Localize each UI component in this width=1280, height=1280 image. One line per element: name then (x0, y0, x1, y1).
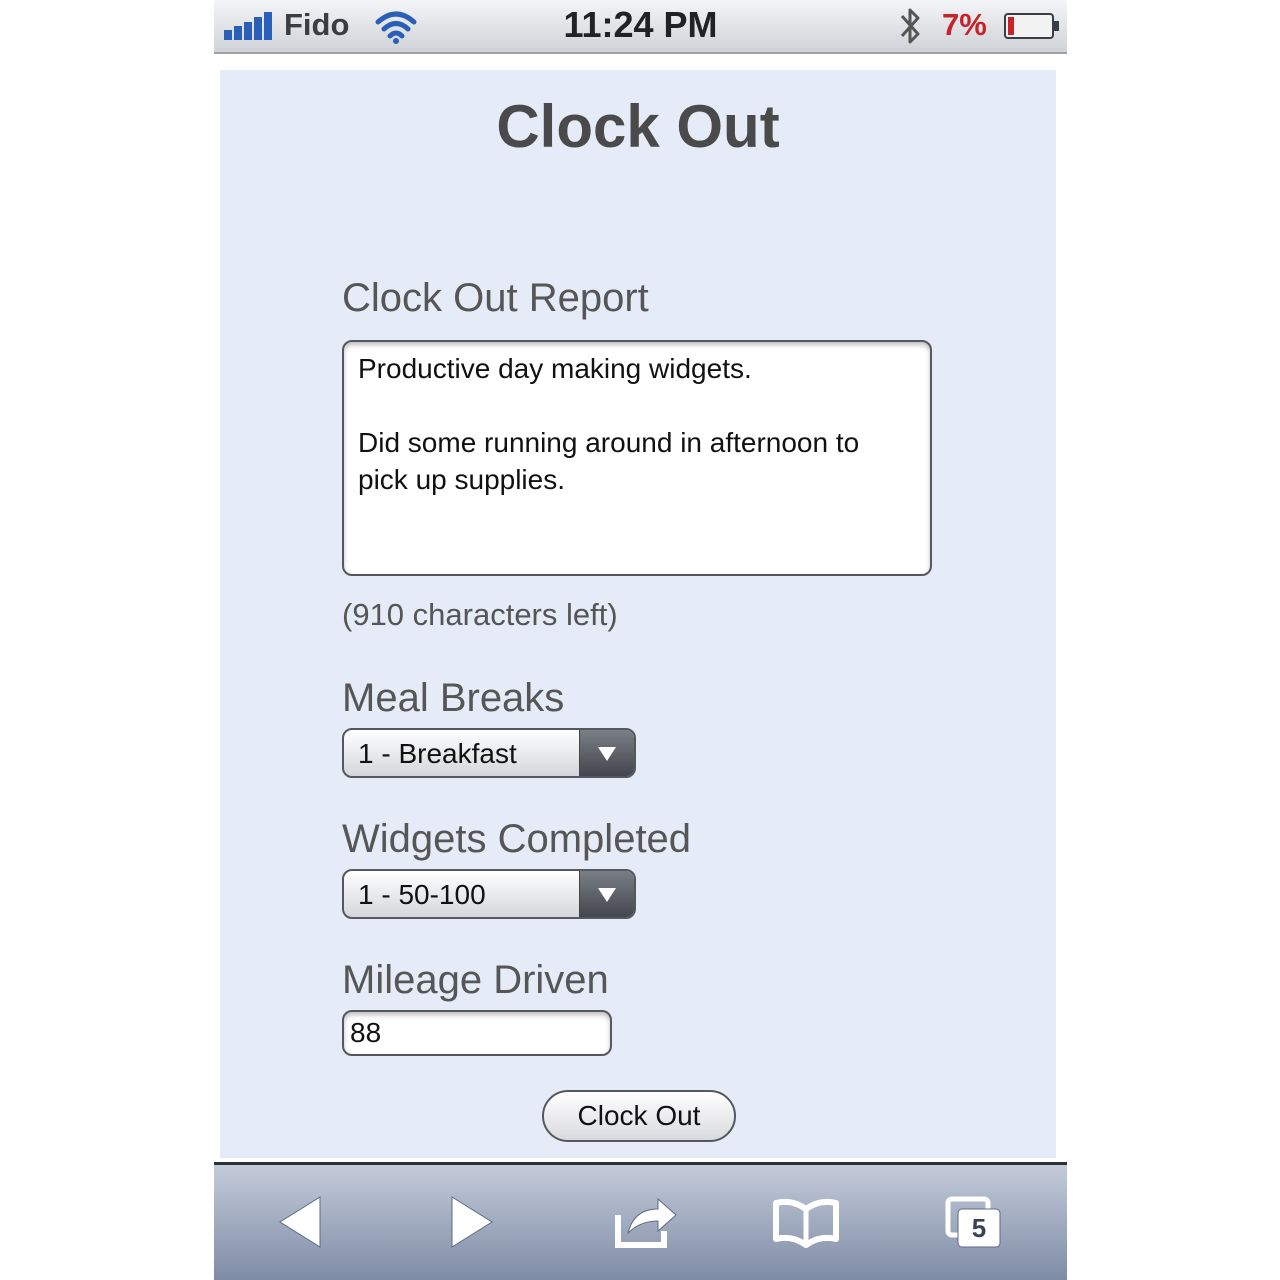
meal-breaks-selected-value: 1 - Breakfast (358, 738, 517, 769)
meal-breaks-dropdown-button[interactable] (579, 730, 634, 776)
mileage-input[interactable] (342, 1010, 612, 1056)
web-content-frame: Clock Out Clock Out Report Productive da… (214, 60, 1067, 1162)
widgets-completed-label: Widgets Completed (342, 817, 692, 861)
report-textarea[interactable]: Productive day making widgets. Did some … (342, 340, 932, 576)
mileage-label: Mileage Driven (342, 958, 609, 1002)
share-icon[interactable] (614, 1195, 680, 1249)
widgets-completed-select[interactable]: 1 - 50-100 (342, 869, 636, 919)
back-arrow-icon[interactable] (278, 1195, 322, 1249)
page-title: Clock Out (496, 93, 780, 160)
chevron-down-icon (598, 747, 616, 761)
bookmarks-icon[interactable] (772, 1195, 840, 1249)
clock-out-button[interactable]: Clock Out (542, 1090, 736, 1142)
tabs-count: 5 (971, 1213, 987, 1243)
characters-left-counter: (910 characters left) (342, 597, 618, 632)
browser-toolbar: 5 (214, 1162, 1067, 1280)
phone-screen: Fido 11:24 PM 7% Clock Out Clock Out Rep… (214, 0, 1067, 1280)
report-label: Clock Out Report (342, 276, 649, 320)
chevron-down-icon (598, 888, 616, 902)
battery-icon (1004, 13, 1059, 39)
web-content: Clock Out Clock Out Report Productive da… (220, 70, 1056, 1158)
bluetooth-icon (900, 8, 920, 44)
status-time: 11:24 PM (563, 4, 718, 45)
status-bar: Fido 11:24 PM 7% (214, 0, 1067, 54)
tabs-button[interactable]: 5 (944, 1195, 1004, 1251)
widgets-completed-dropdown-button[interactable] (579, 871, 634, 917)
meal-breaks-label: Meal Breaks (342, 676, 565, 720)
widgets-completed-selected-value: 1 - 50-100 (358, 879, 486, 910)
meal-breaks-select[interactable]: 1 - Breakfast (342, 728, 636, 778)
battery-percent: 7% (942, 7, 987, 42)
forward-arrow-icon[interactable] (450, 1195, 494, 1249)
